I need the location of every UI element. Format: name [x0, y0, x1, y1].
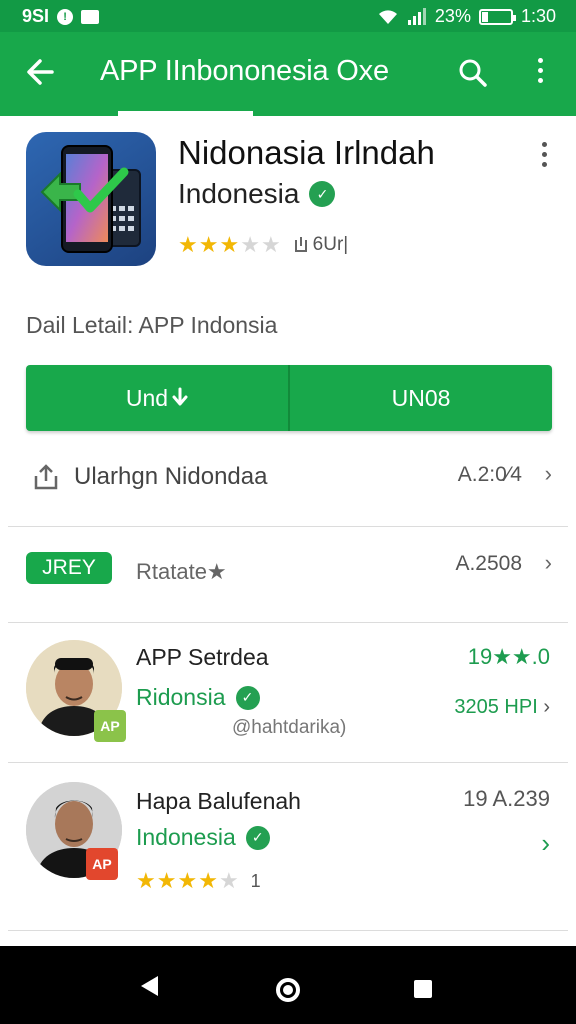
download-count: 6Ur|: [293, 234, 349, 256]
search-icon[interactable]: [456, 56, 490, 90]
list-item[interactable]: AP Hapa Balufenah Indonesia ✓ ★ ★ ★ ★ ★ 1 19…: [8, 782, 568, 912]
divider: [8, 762, 568, 763]
list-item-title: Hapa Balufenah: [136, 788, 301, 814]
nav-recents-icon[interactable]: [414, 980, 432, 998]
developer-name: Indonesia: [178, 178, 300, 209]
install-button[interactable]: Und: [26, 365, 288, 431]
list-item-rating: 19 A.239: [463, 786, 550, 811]
share-icon: [34, 464, 58, 490]
list-item-handle: @hahtdarika): [232, 717, 347, 738]
share-row[interactable]: Ularhgn Nidondaa A.2:0⁄4 ›: [8, 456, 568, 500]
star-empty-icon: ★: [240, 232, 260, 257]
list-item-subtitle-text: Ridonsia: [136, 684, 226, 710]
app-developer[interactable]: Indonesia ✓: [178, 178, 336, 210]
star-filled-icon: ★: [219, 232, 240, 257]
verified-icon: ✓: [309, 181, 336, 207]
app-rating: ★ ★ ★ ★ ★ 6Ur|: [178, 234, 348, 256]
star-filled-icon: ★: [156, 868, 177, 893]
star-filled-icon: ★: [198, 868, 218, 893]
app-badge-icon: AP: [86, 848, 118, 880]
star-empty-icon: ★: [260, 232, 281, 257]
chevron-right-icon: ›: [544, 461, 552, 486]
alert-icon: !: [57, 8, 74, 25]
section-label: Rtatate★: [136, 559, 227, 584]
app-bar-title: APP IInbononesia Oxe: [100, 55, 389, 87]
star-filled-icon: ★: [198, 232, 219, 257]
download-count-text: 6Ur|: [312, 234, 349, 255]
app-detail-content: Nidonasia Irlndah Indonesia ✓ ★ ★ ★ ★ ★ 6Ur|…: [8, 116, 568, 946]
rating-stars: ★ ★ ★ ★ ★: [136, 870, 239, 892]
status-time: 1:30: [520, 6, 556, 26]
divider: [8, 930, 568, 931]
star-filled-icon: ★: [178, 232, 198, 257]
rating-stars: ★ ★ ★ ★ ★: [178, 234, 281, 256]
divider: [8, 526, 568, 527]
battery-percent: 23%: [434, 6, 471, 26]
phone-check-icon: [40, 145, 141, 253]
chevron-right-icon[interactable]: ›: [541, 828, 550, 859]
share-label: Ularhgn Nidondaa: [74, 463, 268, 490]
status-bar: 9SI ! 23% 1:30: [0, 0, 576, 32]
verified-icon: ✓: [245, 825, 270, 850]
divider: [8, 622, 568, 623]
app-badge-text: AP: [92, 856, 112, 872]
signal-icon: [407, 7, 426, 25]
status-right: 23% 1:30: [377, 6, 556, 27]
nav-back-icon[interactable]: [141, 976, 158, 996]
secondary-button[interactable]: UN08: [288, 365, 552, 431]
status-left: 9SI !: [22, 6, 100, 27]
chevron-right-icon: ›: [543, 696, 550, 718]
section-row[interactable]: JREY Rtatate★ A.2508 ›: [8, 546, 568, 596]
system-nav-bar: [0, 946, 576, 1024]
list-item-meta-text: 3205 HPI: [454, 696, 538, 718]
wifi-icon: [378, 9, 397, 24]
action-buttons: Und UN08: [26, 365, 552, 431]
list-item[interactable]: AP APP Setrdea Ridonsia ✓ @hahtdarika) 1…: [8, 640, 568, 770]
list-item-rating: 19★★.0: [467, 644, 550, 669]
rating-count: 1: [250, 870, 261, 891]
back-arrow-icon[interactable]: [22, 52, 58, 92]
install-button-label: Und: [125, 384, 169, 411]
verified-icon: ✓: [235, 685, 260, 710]
download-arrow-icon: [172, 387, 188, 406]
status-carrier-text: 9SI: [22, 6, 50, 26]
app-badge-text: AP: [100, 718, 120, 734]
chevron-right-icon: ›: [544, 550, 552, 575]
list-item-subtitle: Ridonsia ✓: [136, 684, 260, 711]
star-filled-icon: ★: [177, 868, 198, 893]
list-item-meta[interactable]: 3205 HPI ›: [454, 696, 550, 719]
list-item-title: APP Setrdea: [136, 644, 269, 670]
list-item-rating-row: ★ ★ ★ ★ ★ 1: [136, 870, 261, 892]
secondary-button-label: UN08: [391, 384, 451, 411]
app-name: Nidonasia Irlndah: [178, 134, 435, 171]
app-badge-icon: AP: [94, 710, 126, 742]
app-bar: APP IInbononesia Oxe: [0, 32, 576, 116]
share-size: A.2:0⁄4: [457, 463, 522, 486]
detail-line: Dail Letail: APP Indonsia: [26, 312, 278, 338]
section-badge: JREY: [26, 552, 112, 584]
download-small-icon: [294, 237, 307, 252]
star-empty-icon: ★: [218, 868, 239, 893]
list-item-subtitle: Indonesia ✓: [136, 824, 270, 851]
list-item-subtitle-text: Indonesia: [136, 824, 236, 850]
battery-fill: [481, 11, 488, 22]
more-vert-icon[interactable]: [530, 58, 550, 92]
nav-home-icon[interactable]: [276, 978, 300, 1002]
overflow-menu-icon[interactable]: [542, 142, 547, 167]
battery-icon: [478, 8, 516, 25]
gallery-icon: [81, 9, 100, 24]
app-icon: [26, 132, 156, 266]
star-filled-icon: ★: [136, 868, 156, 893]
section-size: A.2508: [455, 552, 522, 575]
